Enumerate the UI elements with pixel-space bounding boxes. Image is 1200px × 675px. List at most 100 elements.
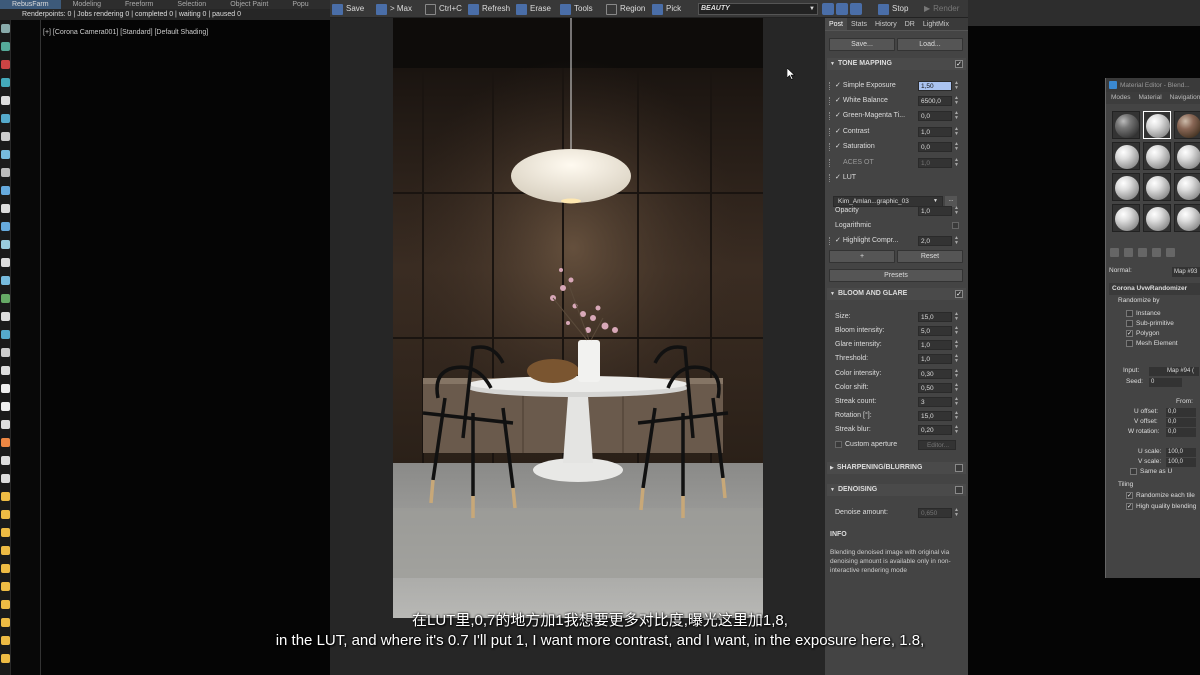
render-button[interactable]: ▶ Render [924, 2, 959, 16]
tab-dr[interactable]: DR [901, 18, 919, 30]
randomize-tile-checkbox[interactable]: ✓ [1126, 492, 1133, 499]
tool-icon[interactable] [1, 420, 10, 429]
tool-icon[interactable] [1, 42, 10, 51]
sharpening-toggle[interactable] [955, 464, 963, 472]
tool-icon[interactable] [1, 564, 10, 573]
spinner-icon[interactable]: ▲ ▼ [953, 369, 960, 379]
seed-input[interactable]: 0 [1149, 378, 1182, 387]
tool-icon[interactable] [1, 366, 10, 375]
material-slot[interactable] [1112, 111, 1140, 139]
highlight-compression-input[interactable]: 2,0 [918, 236, 952, 246]
spinner-icon[interactable]: ▲ ▼ [953, 206, 960, 216]
sharpening-header[interactable]: ▶ SHARPENING/BLURRING [827, 462, 966, 474]
uvw-randomizer-rollout[interactable]: Corona UvwRandomizer [1109, 283, 1200, 295]
polygon-checkbox[interactable]: ✓ [1126, 330, 1133, 337]
aperture-editor-button[interactable]: Editor... [918, 440, 956, 450]
spinner-icon[interactable]: ▲ ▼ [953, 425, 960, 435]
green-magenta-input[interactable]: 0,0 [918, 111, 952, 121]
tool-icon[interactable] [1, 600, 10, 609]
material-slot[interactable] [1112, 142, 1140, 170]
tab-history[interactable]: History [871, 18, 901, 30]
material-slot[interactable] [1174, 173, 1200, 201]
tool-icon[interactable] [1, 492, 10, 501]
spinner-icon[interactable]: ▲ ▼ [953, 158, 960, 168]
option-sub-primitive[interactable]: Sub-primitive [1126, 320, 1174, 327]
drag-handle-icon[interactable] [829, 128, 832, 136]
material-slot[interactable] [1143, 111, 1171, 139]
material-slot[interactable] [1174, 111, 1200, 139]
drag-handle-icon[interactable] [829, 237, 832, 245]
tools-button[interactable]: Tools [560, 2, 593, 16]
get-material-icon[interactable] [1110, 248, 1119, 257]
tool-icon[interactable] [1, 276, 10, 285]
save-button[interactable]: Save [332, 2, 364, 16]
tool-icon[interactable] [1, 186, 10, 195]
region-button[interactable]: Region [606, 2, 645, 16]
lut-opacity-input[interactable]: 1,0 [918, 206, 952, 216]
refresh-button[interactable]: Refresh [468, 2, 510, 16]
spinner-icon[interactable]: ▲ ▼ [953, 326, 960, 336]
material-slot[interactable] [1174, 142, 1200, 170]
spinner-icon[interactable]: ▲ ▼ [953, 340, 960, 350]
assign-material-icon[interactable] [1138, 248, 1147, 257]
u-offset-input[interactable]: 0,0 [1166, 408, 1196, 417]
tool-icon[interactable] [1, 546, 10, 555]
material-slot[interactable] [1143, 142, 1171, 170]
tool-icon[interactable] [1, 294, 10, 303]
pick-button[interactable]: Pick [652, 2, 681, 16]
zoom-fit-icon[interactable] [850, 3, 862, 15]
simple-exposure-input[interactable]: 1,50 [918, 81, 952, 91]
color-intensity-input[interactable]: 0,30 [918, 369, 952, 379]
threshold-input[interactable]: 1,0 [918, 354, 952, 364]
tab-post[interactable]: Post [825, 18, 848, 30]
tool-icon[interactable] [1, 24, 10, 33]
spinner-icon[interactable]: ▲ ▼ [953, 383, 960, 393]
tool-icon[interactable] [1, 78, 10, 87]
tool-icon[interactable] [1, 312, 10, 321]
aces-ot-input[interactable]: 1,0 [918, 158, 952, 168]
bloom-intensity-input[interactable]: 5,0 [918, 326, 952, 336]
saturation-input[interactable]: 0,0 [918, 142, 952, 152]
material-editor-titlebar[interactable]: Material Editor - Blend... [1106, 78, 1200, 92]
reset-button[interactable]: Reset [897, 250, 963, 263]
material-slot[interactable] [1143, 204, 1171, 232]
tool-icon[interactable] [1, 474, 10, 483]
load-settings-button[interactable]: Load... [897, 38, 963, 51]
to-max-button[interactable]: > Max [376, 2, 412, 16]
tool-icon[interactable] [1, 510, 10, 519]
tab-lightmix[interactable]: LightMix [919, 18, 953, 30]
tool-icon[interactable] [1, 384, 10, 393]
viewport-label[interactable]: [+] [Corona Camera001] [Standard] [Defau… [43, 29, 208, 36]
material-slot[interactable] [1112, 204, 1140, 232]
erase-button[interactable]: Erase [516, 2, 551, 16]
presets-button[interactable]: Presets [829, 269, 963, 282]
rotation-input[interactable]: 15,0 [918, 411, 952, 421]
same-as-u-option[interactable]: Same as U [1130, 468, 1172, 475]
menu-material[interactable]: Material [1139, 92, 1162, 104]
color-shift-input[interactable]: 0,50 [918, 383, 952, 393]
tool-icon[interactable] [1, 132, 10, 141]
drag-handle-icon[interactable] [829, 174, 832, 182]
streak-blur-input[interactable]: 0,20 [918, 425, 952, 435]
render-view[interactable] [330, 18, 825, 675]
tool-icon[interactable] [1, 240, 10, 249]
denoising-header[interactable]: ▼ DENOISING [827, 484, 966, 496]
menu-navigation[interactable]: Navigation [1170, 92, 1200, 104]
high-quality-option[interactable]: ✓ High quality blending [1126, 503, 1196, 510]
map-name-field[interactable]: Map #93 [1172, 267, 1200, 277]
logarithmic-checkbox[interactable] [952, 222, 959, 229]
tool-icon[interactable] [1, 582, 10, 591]
zoom-in-icon[interactable] [822, 3, 834, 15]
save-settings-button[interactable]: Save... [829, 38, 895, 51]
high-quality-checkbox[interactable]: ✓ [1126, 503, 1133, 510]
w-rotation-input[interactable]: 0,0 [1166, 428, 1196, 437]
denoise-amount-input[interactable]: 0,650 [918, 508, 952, 518]
add-operator-button[interactable]: + [829, 250, 895, 263]
contrast-input[interactable]: 1,0 [918, 127, 952, 137]
tool-icon[interactable] [1, 114, 10, 123]
ribbon-tab-freeform[interactable]: Freeform [113, 0, 165, 9]
copy-button[interactable]: Ctrl+C [425, 2, 462, 16]
option-mesh-element[interactable]: Mesh Element [1126, 340, 1178, 347]
spinner-icon[interactable]: ▲ ▼ [953, 411, 960, 421]
zoom-out-icon[interactable] [836, 3, 848, 15]
